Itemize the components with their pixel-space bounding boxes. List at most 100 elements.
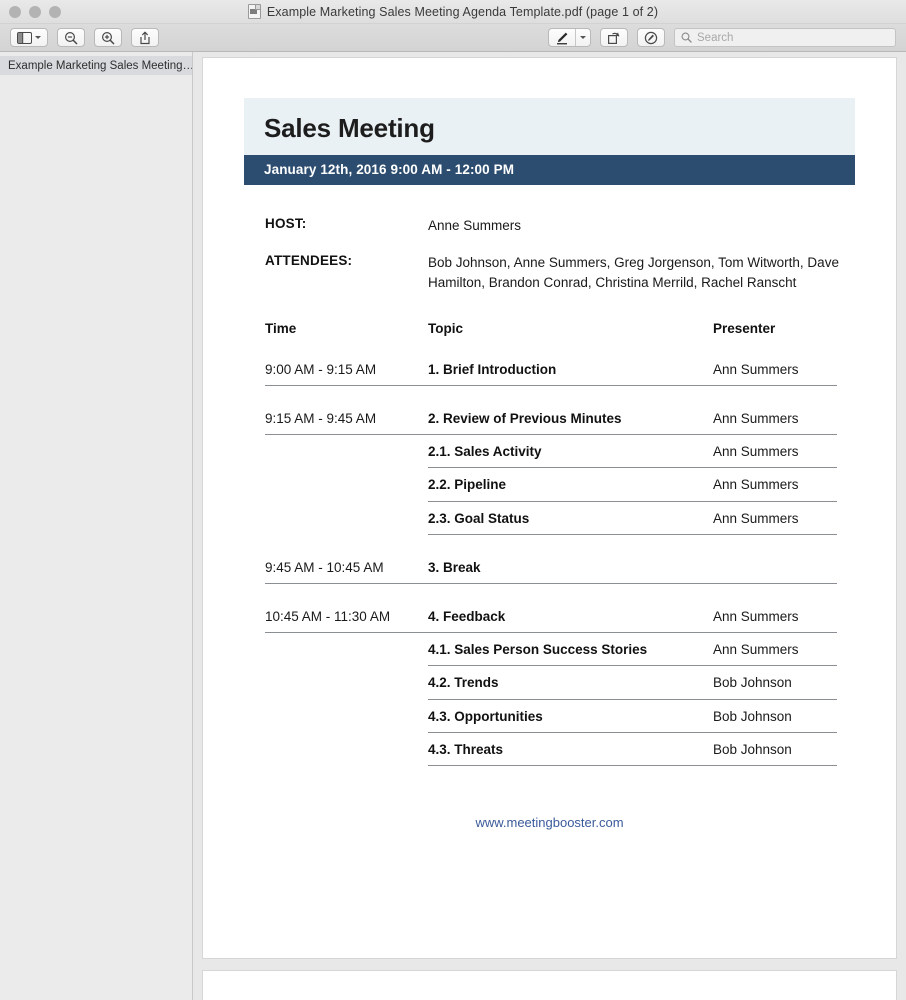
agenda-row-spacer — [265, 435, 837, 444]
agenda-row-presenter: Ann Summers — [713, 510, 799, 526]
agenda-row-spacer — [265, 535, 837, 560]
agenda-row-time: 9:45 AM - 10:45 AM — [265, 559, 384, 575]
markup-options-button[interactable] — [575, 29, 590, 46]
titlebar: Example Marketing Sales Meeting Agenda T… — [0, 0, 906, 24]
agenda-row-presenter: Ann Summers — [713, 411, 799, 427]
chevron-down-icon — [580, 36, 586, 39]
column-header-time: Time — [265, 320, 297, 336]
agenda-rows-container: 9:00 AM - 9:15 AM 1. Brief Introduction An… — [265, 362, 837, 766]
agenda-row-presenter: Ann Summers — [713, 361, 799, 377]
agenda-row-time: 9:00 AM - 9:15 AM — [265, 361, 377, 377]
attendees-value: Bob Johnson, Anne Summers, Greg Jorgenso… — [428, 254, 839, 290]
share-button[interactable] — [131, 28, 159, 47]
rotate-icon — [607, 31, 621, 45]
agenda-row: 9:00 AM - 9:15 AM 1. Brief Introduction An… — [265, 362, 837, 385]
agenda-row-presenter: Ann Summers — [713, 642, 799, 658]
traffic-light-group — [9, 0, 61, 23]
agenda-row-topic: 2.2. Pipeline — [428, 477, 507, 493]
minimize-button[interactable] — [29, 5, 41, 18]
zoom-in-button[interactable] — [94, 28, 122, 47]
agenda-row-topic: 2. Review of Previous Minutes — [428, 411, 622, 427]
host-label: HOST: — [265, 216, 307, 231]
agenda-row: 4.1. Sales Person Success Stories Ann Sum… — [265, 642, 837, 665]
agenda-row: 2.2. Pipeline Ann Summers — [265, 477, 837, 500]
agenda-row-topic: 4.2. Trends — [428, 675, 499, 691]
agenda-row-spacer — [265, 633, 837, 642]
agenda-row-topic: 1. Brief Introduction — [428, 361, 557, 377]
meeting-meta: HOST: Anne Summers ATTENDEES: Bob Johnso… — [244, 216, 855, 293]
maximize-button[interactable] — [49, 5, 61, 18]
agenda-row-presenter: Bob Johnson — [713, 708, 792, 724]
agenda-row-topic: 2.1. Sales Activity — [428, 444, 542, 460]
highlight-button[interactable] — [637, 28, 665, 47]
zoom-out-button[interactable] — [57, 28, 85, 47]
sidebar-item-label: Example Marketing Sales Meeting… — [8, 59, 192, 72]
sidebar-item-document[interactable]: Example Marketing Sales Meeting… — [0, 56, 192, 75]
search-field[interactable]: Search — [674, 28, 896, 47]
agenda-row-topic: 4.3. Opportunities — [428, 708, 543, 724]
rotate-button[interactable] — [600, 28, 628, 47]
agenda-row-spacer — [265, 700, 837, 709]
agenda-row-divider — [428, 764, 837, 766]
thumbnail-sidebar: Example Marketing Sales Meeting… — [0, 52, 193, 1000]
pdf-document-icon — [247, 4, 261, 19]
agenda-row: 4.3. Threats Bob Johnson — [265, 742, 837, 765]
search-input[interactable]: Search — [697, 32, 733, 44]
agenda-row-presenter: Bob Johnson — [713, 741, 792, 757]
sidebar-toggle-button[interactable] — [10, 28, 48, 47]
main-content: Example Marketing Sales Meeting… Sales M… — [0, 52, 906, 1000]
window-title: Example Marketing Sales Meeting Agenda T… — [266, 4, 659, 19]
agenda-row-time: 10:45 AM - 11:30 AM — [265, 609, 391, 625]
zoom-in-icon — [101, 31, 115, 45]
title-center-group: Example Marketing Sales Meeting Agenda T… — [0, 0, 906, 23]
document-title: Sales Meeting — [264, 113, 435, 143]
agenda-row-presenter: Bob Johnson — [713, 675, 792, 691]
toolbar-left-group — [10, 28, 159, 47]
search-icon — [681, 32, 692, 43]
agenda-row: 10:45 AM - 11:30 AM 4. Feedback Ann Summer… — [265, 609, 837, 632]
agenda-row: 9:45 AM - 10:45 AM 3. Break — [265, 560, 837, 583]
markup-tool-group — [548, 28, 591, 47]
agenda-row-spacer — [265, 733, 837, 742]
agenda-row: 2.3. Goal Status Ann Summers — [265, 511, 837, 534]
agenda-row-topic: 3. Break — [428, 559, 481, 575]
footer-link[interactable]: www.meetingbooster.com — [244, 815, 855, 830]
pdf-viewer[interactable]: Sales Meeting January 12th, 2016 9:00 AM… — [193, 52, 906, 1000]
markup-pen-icon — [555, 31, 569, 45]
preview-window: Example Marketing Sales Meeting Agenda T… — [0, 0, 906, 1000]
toolbar: Search — [0, 24, 906, 52]
agenda-row-spacer — [265, 584, 837, 609]
agenda-row: 4.3. Opportunities Bob Johnson — [265, 709, 837, 732]
toolbar-right-group: Search — [548, 28, 896, 47]
attendees-label: ATTENDEES: — [265, 252, 353, 268]
host-row: HOST: Anne Summers — [265, 216, 855, 236]
share-icon — [139, 31, 151, 45]
column-header-presenter: Presenter — [713, 320, 776, 336]
column-header-topic: Topic — [428, 320, 463, 336]
agenda-row-presenter: Ann Summers — [713, 477, 799, 493]
attendees-row: ATTENDEES: Bob Johnson, Anne Summers, Gr… — [265, 253, 855, 293]
markup-button[interactable] — [549, 29, 575, 46]
agenda-row-spacer — [265, 468, 837, 477]
agenda-row: 4.2. Trends Bob Johnson — [265, 675, 837, 698]
agenda-header-row: Time Topic Presenter — [265, 321, 837, 336]
highlight-icon — [644, 31, 658, 45]
document-title-band: Sales Meeting — [244, 98, 855, 155]
chevron-down-icon — [35, 36, 41, 39]
agenda-row-time: 9:15 AM - 9:45 AM — [265, 411, 377, 427]
zoom-out-icon — [64, 31, 78, 45]
sidebar-toggle-icon — [17, 31, 32, 44]
document-datetime-band: January 12th, 2016 9:00 AM - 12:00 PM — [244, 155, 855, 185]
agenda-row: 2.1. Sales Activity Ann Summers — [265, 444, 837, 467]
agenda-row-topic: 4.3. Threats — [428, 741, 504, 757]
agenda-row-topic: 4. Feedback — [428, 609, 506, 625]
agenda-row-presenter: Ann Summers — [713, 444, 799, 460]
document-datetime: January 12th, 2016 9:00 AM - 12:00 PM — [264, 162, 515, 177]
close-button[interactable] — [9, 5, 21, 18]
agenda-row-spacer — [265, 386, 837, 411]
agenda-row-spacer — [265, 666, 837, 675]
agenda-row-topic: 4.1. Sales Person Success Stories — [428, 642, 648, 658]
agenda-row-spacer — [265, 502, 837, 511]
agenda-row: 9:15 AM - 9:45 AM 2. Review of Previous M… — [265, 411, 837, 434]
agenda-row-topic: 2.3. Goal Status — [428, 510, 530, 526]
